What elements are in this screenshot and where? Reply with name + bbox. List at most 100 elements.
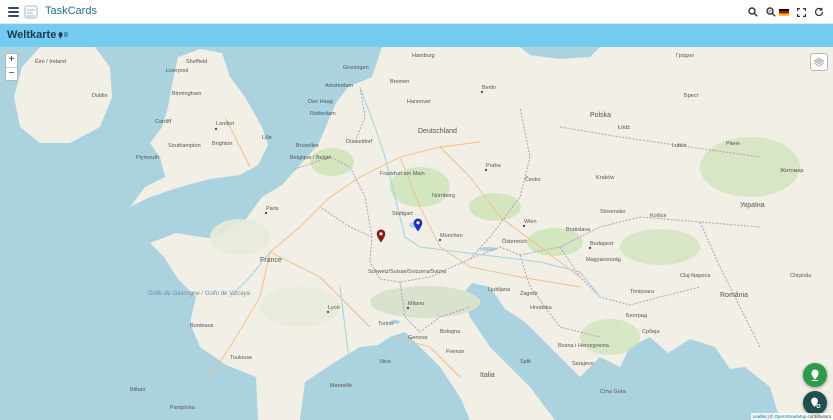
add-location-icon — [811, 369, 819, 381]
map-tiles[interactable]: Golfe de Gascogne / Golfo de Vizcaya Éir… — [0, 47, 833, 420]
refresh-icon[interactable] — [812, 5, 826, 19]
locate-button[interactable] — [803, 391, 827, 415]
map-label: Lille — [262, 135, 272, 141]
map-label: Bruxelles — [296, 143, 319, 149]
layers-icon — [813, 57, 825, 66]
map-label: Crna Gora — [600, 389, 627, 395]
map-label: Рівне — [726, 141, 740, 147]
pin-icon — [58, 32, 63, 39]
map-label: Frankfurt am Main — [380, 171, 425, 177]
map-label: Česko — [525, 176, 541, 183]
map-label: Pamplona — [170, 405, 196, 411]
map-label: Zagreb — [520, 291, 537, 297]
map-label: München — [440, 233, 463, 239]
zoom-in-button[interactable]: + — [6, 54, 17, 67]
map-label: Slovensko — [600, 209, 625, 215]
map-label: Belgique / België — [290, 155, 331, 161]
map-label: Гродно — [676, 53, 694, 59]
map-label: Genova — [408, 335, 428, 341]
map-label: Lyon — [328, 305, 340, 311]
map-label: Cluj-Napoca — [680, 273, 711, 279]
map-label: Liverpool — [166, 68, 188, 74]
map-label: Paris — [266, 206, 279, 212]
top-app-bar: TaskCards — [0, 0, 833, 24]
map-label: Nice — [380, 359, 391, 365]
map-label: Chișinău — [790, 273, 811, 279]
map-label: Hamburg — [412, 53, 435, 59]
map-label: Groningen — [343, 65, 369, 71]
zoom-out-button[interactable]: − — [6, 67, 17, 80]
map-label: Marseille — [330, 383, 352, 389]
map-label: Schweiz/Suisse/Svizzera/Svizra — [368, 269, 447, 275]
map-label: Éire / Ireland — [35, 58, 66, 65]
map-label: Deutschland — [418, 128, 457, 135]
logo-icon — [24, 5, 38, 19]
layers-button[interactable] — [810, 53, 828, 71]
map-label: Nürnberg — [432, 193, 455, 199]
map-marker-blue[interactable] — [413, 218, 423, 232]
search-icon[interactable] — [746, 5, 760, 19]
menu-icon[interactable] — [8, 5, 22, 19]
app-title[interactable]: TaskCards — [45, 5, 97, 17]
board-title: Weltkarte — [7, 29, 57, 41]
map-label: Łódź — [618, 125, 630, 131]
osm-link[interactable]: OpenStreetMap — [774, 414, 806, 419]
map-view[interactable]: Golfe de Gascogne / Golfo de Vizcaya Éir… — [0, 47, 833, 420]
map-label: Україна — [740, 202, 765, 209]
map-label: Lublin — [672, 143, 687, 149]
zoom-search-icon[interactable] — [764, 5, 778, 19]
map-label: Torino — [378, 321, 393, 327]
map-label: Polska — [590, 112, 611, 119]
map-label: Stuttgart — [392, 211, 413, 217]
map-label: Brighton — [212, 141, 233, 147]
map-label: Košice — [650, 213, 667, 219]
map-label-golf: Golfe de Gascogne / Golfo de Vizcaya — [148, 291, 251, 297]
board-header: Weltkarte 8 — [0, 24, 833, 47]
zoom-control: + − — [5, 53, 18, 81]
flag-de-icon[interactable] — [777, 5, 791, 19]
map-label: Wien — [524, 219, 537, 225]
fullscreen-icon[interactable] — [794, 5, 808, 19]
map-label: Southampton — [168, 143, 201, 149]
map-label: Rotterdam — [310, 111, 336, 117]
map-label: Брест — [684, 93, 699, 99]
map-label: Bordeaux — [190, 323, 214, 329]
map-label: Italia — [480, 372, 495, 379]
map-label: Sarajevo — [572, 361, 594, 367]
map-label: Bilbao — [130, 387, 145, 393]
add-pin-button[interactable] — [803, 363, 827, 387]
map-label: Österreich — [502, 238, 527, 245]
map-label: Berlin — [482, 85, 496, 91]
map-label: Србија — [642, 329, 660, 335]
map-label: Firenze — [446, 349, 464, 355]
pin-search-icon — [810, 397, 820, 409]
map-label: Kraków — [596, 175, 614, 181]
map-attribution: Leaflet | © OpenStreetMap contributors — [750, 413, 833, 420]
map-label: Dublin — [92, 93, 108, 99]
map-label: Magyarország — [586, 257, 621, 263]
map-label: Hannover — [407, 99, 431, 105]
pin-count: 8 — [58, 32, 68, 39]
pin-count-value: 8 — [64, 32, 68, 39]
map-label: Bologna — [440, 329, 461, 335]
map-label: Milano — [408, 301, 424, 307]
map-label: Amsterdam — [325, 83, 354, 89]
map-label: Bratislava — [566, 227, 591, 233]
map-label: Bremen — [390, 79, 409, 85]
map-label: Cardiff — [155, 119, 172, 125]
leaflet-link[interactable]: Leaflet — [753, 414, 767, 419]
map-label: Praha — [486, 163, 502, 169]
map-label: London — [216, 121, 234, 127]
map-marker-red[interactable] — [376, 229, 386, 243]
map-label: Düsseldorf — [346, 139, 373, 145]
map-label: Timișoara — [630, 289, 655, 295]
attribution-contributors: contributors — [806, 414, 831, 419]
map-label: Den Haag — [308, 99, 333, 105]
map-label: Београд — [626, 313, 648, 319]
map-label: România — [720, 292, 748, 299]
map-label: Budapest — [590, 241, 614, 247]
map-label: Bosna i Hercegovina — [558, 343, 610, 349]
map-label: Hrvatska — [530, 305, 553, 311]
map-label: Житомир — [780, 168, 804, 174]
map-label: Plymouth — [136, 155, 159, 161]
